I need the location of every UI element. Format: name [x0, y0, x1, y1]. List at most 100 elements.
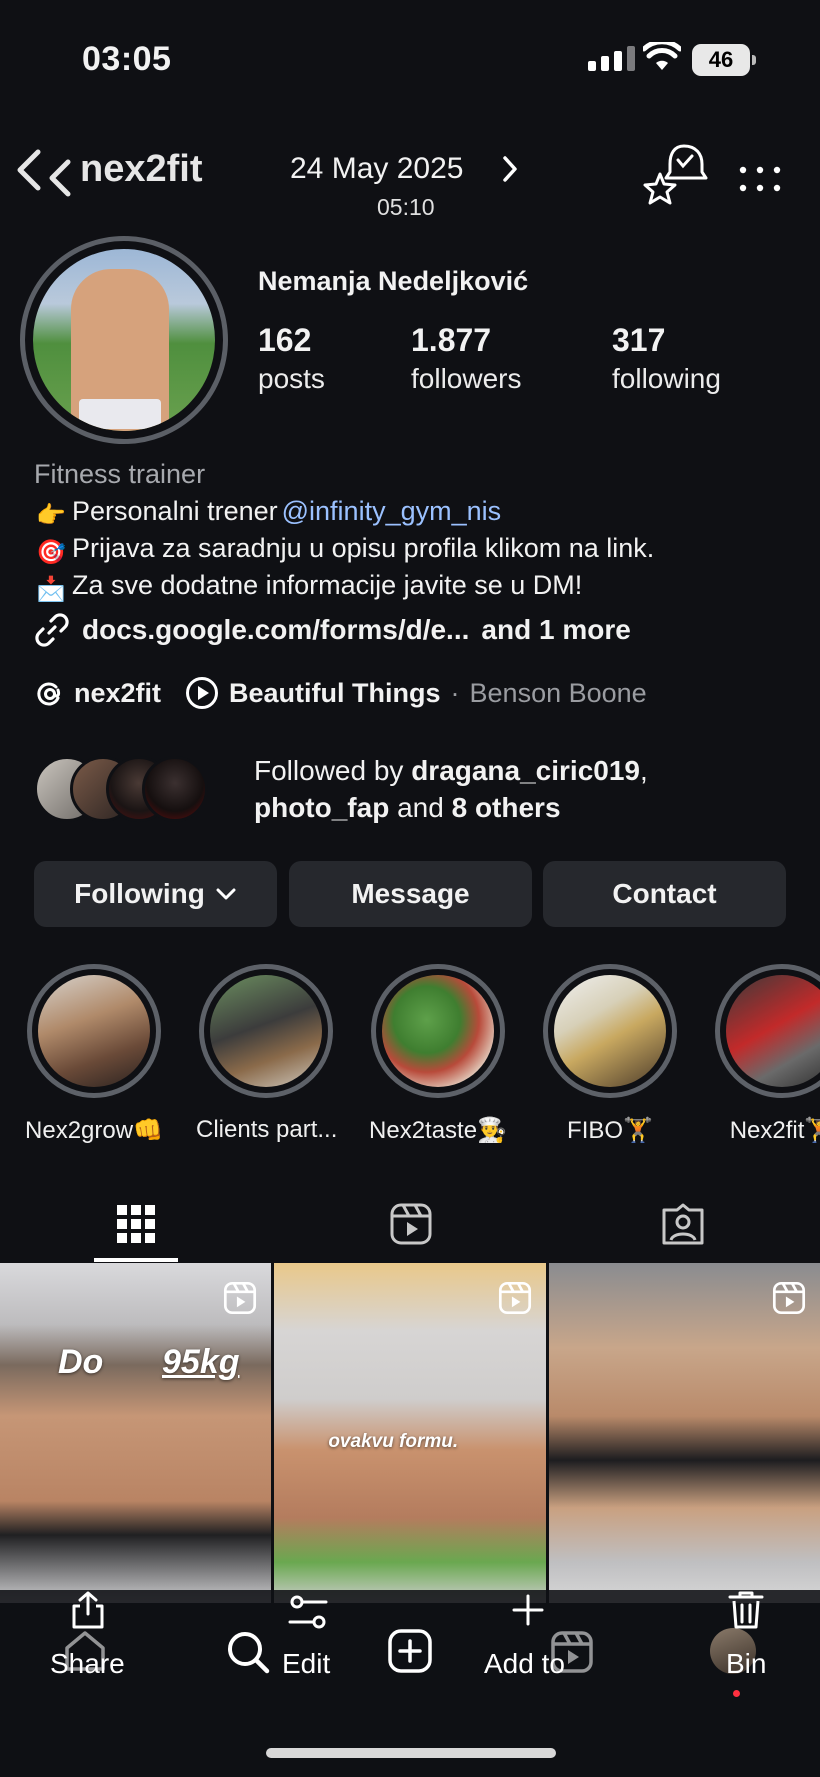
- story-highlight[interactable]: FIBO🏋️: [540, 964, 680, 1145]
- profile-username-title[interactable]: nex2fit: [80, 148, 202, 191]
- signal-icon: [588, 46, 635, 71]
- wifi-icon: [643, 42, 681, 70]
- share-button[interactable]: Share: [50, 1648, 125, 1680]
- profile-avatar[interactable]: [20, 236, 228, 444]
- post-thumbnail[interactable]: Do 95kg: [0, 1263, 272, 1603]
- active-tab-indicator: [94, 1258, 178, 1262]
- mutual-avatar: [142, 756, 208, 822]
- followed-by-text: Followed by dragana_ciric019, photo_fap …: [254, 752, 648, 826]
- bin-button[interactable]: Bin: [726, 1648, 766, 1680]
- content-tabs: [0, 1186, 820, 1262]
- highlight-cover: [210, 975, 322, 1087]
- highlight-label: Nex2fit🏋️: [729, 1117, 820, 1144]
- tab-reels[interactable]: [366, 1186, 456, 1262]
- bio-line-2: 🎯 Prijava za saradnju u opisu profila kl…: [34, 530, 804, 567]
- bio-line-1-text: Personalni trener: [72, 496, 278, 526]
- battery-indicator: 46: [692, 44, 756, 76]
- post-thumbnail[interactable]: ovakvu formu.: [274, 1263, 546, 1603]
- profile-full-name: Nemanja Nedeljković: [258, 266, 529, 296]
- music-separator: ·: [450, 677, 460, 708]
- status-time: 03:05: [82, 40, 172, 78]
- bio-line-3-text: Za sve dodatne informacije javite se u D…: [72, 570, 583, 600]
- edit-sliders-icon: [288, 1595, 328, 1629]
- highlight-label: Nex2taste👨‍🍳: [369, 1117, 507, 1144]
- threads-music-row: nex2fit Beautiful Things · Benson Boone: [34, 676, 647, 710]
- back-chevron-icon[interactable]: [16, 148, 76, 198]
- post-overlay-text: Do: [58, 1343, 104, 1381]
- music-song[interactable]: Beautiful Things: [229, 678, 441, 709]
- followed-by[interactable]: Followed by dragana_ciric019, photo_fap …: [34, 752, 648, 826]
- more-dots-icon[interactable]: [738, 164, 782, 194]
- stat-followers-label: followers: [411, 363, 522, 394]
- message-button-label: Message: [351, 878, 470, 909]
- notification-dot: [733, 1690, 740, 1697]
- stat-following[interactable]: 317 following: [612, 322, 721, 395]
- date-label: 24 May 2025: [290, 152, 464, 185]
- bio-line-1: 👉 Personalni trener @infinity_gym_nis: [34, 493, 804, 530]
- followed-user-1: dragana_ciric019: [411, 755, 640, 786]
- post-overlay-text: ovakvu formu.: [328, 1431, 459, 1452]
- threads-icon: [37, 682, 61, 706]
- home-indicator: [266, 1748, 556, 1758]
- music-artist: Benson Boone: [469, 677, 647, 708]
- highlight-cover: [726, 975, 820, 1087]
- followed-prefix: Followed by: [254, 755, 412, 786]
- bio-link-url[interactable]: docs.google.com/forms/d/e...: [82, 614, 469, 646]
- contact-button[interactable]: Contact: [543, 861, 786, 927]
- target-icon: 🎯: [36, 538, 66, 566]
- add-to-button[interactable]: Add to: [484, 1648, 565, 1680]
- search-icon[interactable]: [226, 1630, 270, 1674]
- contact-button-label: Contact: [612, 878, 717, 909]
- link-icon: [35, 613, 69, 647]
- tab-tagged[interactable]: [638, 1186, 728, 1262]
- threads-handle[interactable]: nex2fit: [74, 678, 161, 709]
- plus-icon: [512, 1594, 544, 1626]
- message-button[interactable]: Message: [289, 861, 532, 927]
- tab-grid[interactable]: [91, 1186, 181, 1262]
- story-highlight[interactable]: Nex2grow👊: [24, 964, 164, 1145]
- avatar-shorts: [79, 399, 161, 429]
- reels-icon: [390, 1203, 432, 1245]
- highlight-label: FIBO🏋️: [567, 1117, 653, 1144]
- bio-mention-link[interactable]: @infinity_gym_nis: [282, 493, 502, 530]
- followed-and: and: [389, 792, 452, 823]
- grid-icon: [117, 1205, 155, 1243]
- post-overlay-text: 95kg: [162, 1343, 240, 1381]
- story-highlight[interactable]: Nex2fit🏋️: [712, 964, 820, 1145]
- reels-icon: [498, 1281, 531, 1315]
- followed-comma: ,: [640, 755, 648, 786]
- posts-grid: Do 95kg ovakvu formu.: [0, 1263, 820, 1603]
- highlight-label: Clients part...: [196, 1116, 338, 1143]
- create-post-icon[interactable]: [387, 1628, 433, 1674]
- highlight-cover: [38, 975, 150, 1087]
- bio-line-2-text: Prijava za saradnju u opisu profila klik…: [72, 533, 655, 563]
- story-highlight[interactable]: Clients part...: [196, 964, 338, 1144]
- bio-line-3: 📩 Za sve dodatne informacije javite se u…: [34, 567, 804, 604]
- followed-user-2: photo_fap: [254, 792, 390, 823]
- bin-icon: [728, 1591, 764, 1629]
- profile-category: Fitness trainer: [34, 459, 206, 489]
- following-button[interactable]: Following: [34, 861, 277, 927]
- top-bar: nex2fit 24 May 2025 05:10: [0, 140, 820, 220]
- mutual-avatars: [34, 754, 208, 824]
- stat-posts-label: posts: [258, 363, 325, 394]
- stat-followers[interactable]: 1.877 followers: [411, 322, 521, 395]
- post-thumbnail[interactable]: [548, 1263, 820, 1603]
- bio-link[interactable]: docs.google.com/forms/d/e... and 1 more: [34, 612, 631, 648]
- highlight-cover: [554, 975, 666, 1087]
- status-bar: 03:05 46: [0, 0, 820, 120]
- chevron-right-icon[interactable]: [500, 154, 520, 184]
- bio-link-more[interactable]: and 1 more: [481, 614, 630, 646]
- story-highlight[interactable]: Nex2taste👨‍🍳: [368, 964, 508, 1145]
- share-icon: [72, 1591, 104, 1629]
- avatar-photo: [33, 249, 215, 431]
- edit-button[interactable]: Edit: [282, 1648, 330, 1680]
- reels-icon: [224, 1281, 257, 1315]
- bell-check-icon[interactable]: [640, 140, 710, 210]
- pointing-hand-icon: 👉: [36, 501, 66, 529]
- stat-posts[interactable]: 162 posts: [258, 322, 325, 395]
- profile-bio: Fitness trainer 👉 Personalni trener @inf…: [34, 456, 804, 604]
- stat-followers-value: 1.877: [411, 322, 492, 358]
- reels-icon: [772, 1281, 806, 1315]
- envelope-icon: 📩: [36, 575, 66, 603]
